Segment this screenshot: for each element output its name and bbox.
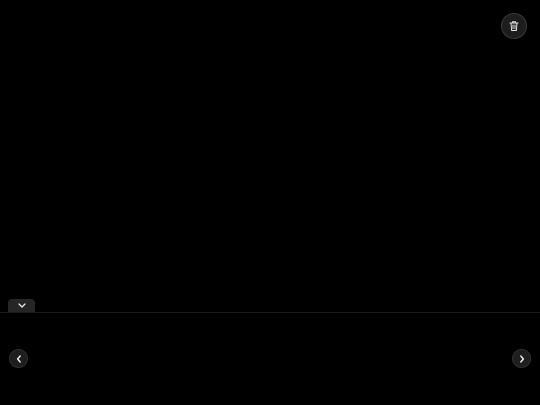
thumbnail-panel [0,313,540,405]
chevron-down-icon [17,302,27,309]
previous-button[interactable] [9,349,28,368]
delete-button[interactable] [501,13,527,39]
next-button[interactable] [512,349,531,368]
collapse-panel-button[interactable] [8,299,35,312]
chevron-right-icon [518,354,526,364]
chevron-left-icon [15,354,23,364]
media-viewer [0,0,540,405]
trash-icon [508,20,520,32]
media-canvas [0,0,540,312]
